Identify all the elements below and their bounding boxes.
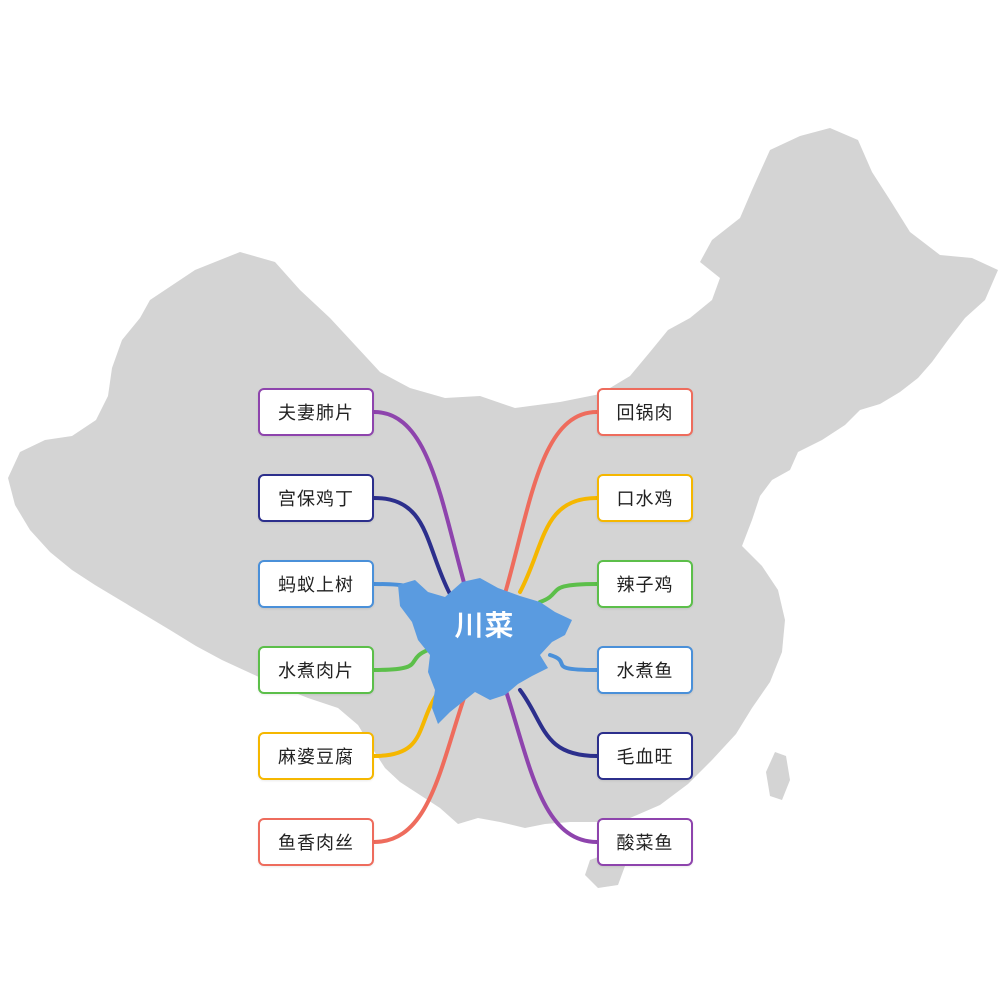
taiwan-island <box>766 752 790 800</box>
dish-left-2[interactable]: 宫保鸡丁 <box>258 474 374 522</box>
dish-left-3[interactable]: 蚂蚁上树 <box>258 560 374 608</box>
mindmap-canvas: 川菜 夫妻肺片宫保鸡丁蚂蚁上树水煮肉片麻婆豆腐鱼香肉丝 回锅肉口水鸡辣子鸡水煮鱼毛… <box>0 0 1000 1000</box>
dish-right-6[interactable]: 酸菜鱼 <box>597 818 693 866</box>
dish-right-3[interactable]: 辣子鸡 <box>597 560 693 608</box>
dish-right-5[interactable]: 毛血旺 <box>597 732 693 780</box>
dish-right-1[interactable]: 回锅肉 <box>597 388 693 436</box>
dish-left-6[interactable]: 鱼香肉丝 <box>258 818 374 866</box>
china-map <box>8 128 998 888</box>
center-label-sichuan-cuisine: 川菜 <box>454 609 515 642</box>
dish-left-1[interactable]: 夫妻肺片 <box>258 388 374 436</box>
dish-left-4[interactable]: 水煮肉片 <box>258 646 374 694</box>
dish-left-5[interactable]: 麻婆豆腐 <box>258 732 374 780</box>
dish-right-2[interactable]: 口水鸡 <box>597 474 693 522</box>
dish-right-4[interactable]: 水煮鱼 <box>597 646 693 694</box>
china-outline <box>8 128 998 828</box>
